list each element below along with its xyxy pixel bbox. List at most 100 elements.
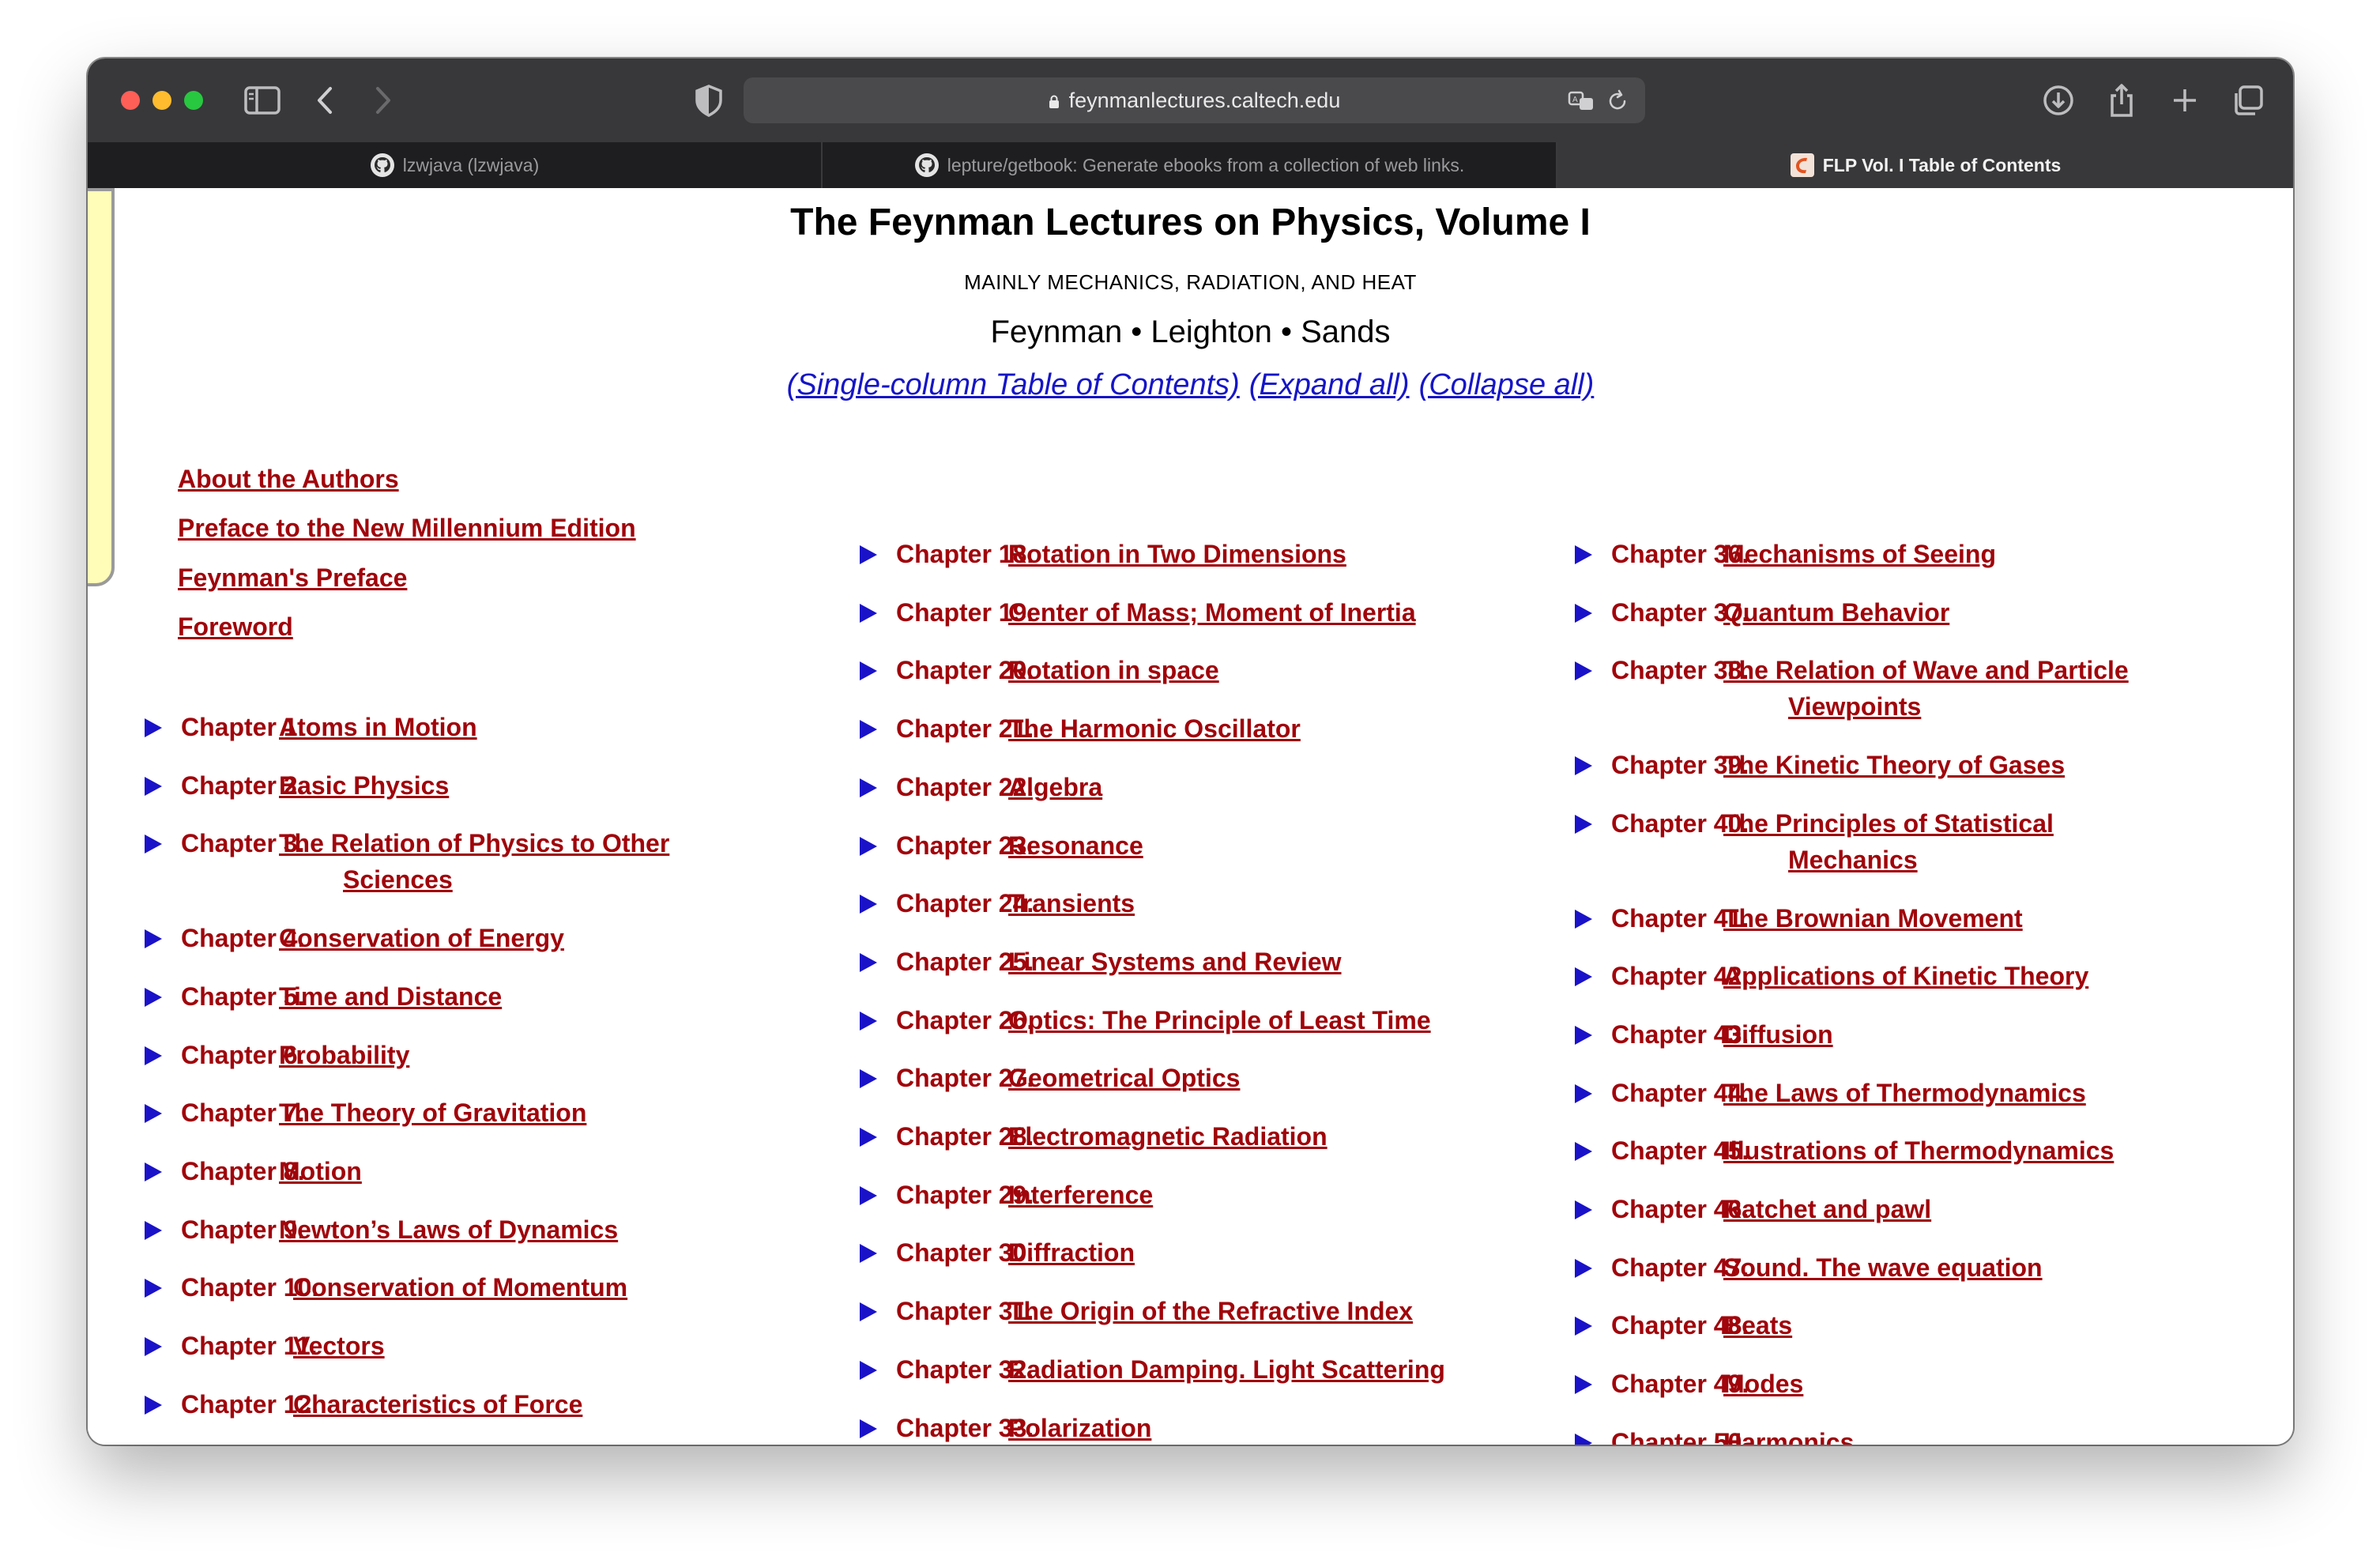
feynman-preface-link[interactable]: Feynman's Preface bbox=[178, 563, 407, 593]
expand-arrow-icon[interactable] bbox=[143, 776, 164, 797]
expand-arrow-icon[interactable] bbox=[1573, 603, 1594, 624]
chapter-link[interactable]: Illustrations of Thermodynamics bbox=[1723, 1132, 2114, 1169]
chapter-link[interactable]: Motion bbox=[279, 1153, 362, 1189]
expand-arrow-icon[interactable] bbox=[858, 1302, 879, 1322]
chapter-link[interactable]: Applications of Kinetic Theory bbox=[1723, 958, 2088, 994]
expand-arrow-icon[interactable] bbox=[1573, 967, 1594, 987]
foreword-link[interactable]: Foreword bbox=[178, 612, 293, 642]
expand-arrow-icon[interactable] bbox=[143, 929, 164, 949]
collapse-all-link[interactable]: (Collapse all) bbox=[1419, 368, 1595, 401]
zoom-window-button[interactable] bbox=[184, 91, 203, 110]
chapter-link[interactable]: The Origin of the Refractive Index bbox=[1008, 1293, 1413, 1329]
chapter-link[interactable]: Linear Systems and Review bbox=[1008, 944, 1342, 980]
expand-arrow-icon[interactable] bbox=[143, 1103, 164, 1124]
share-icon[interactable] bbox=[2100, 79, 2143, 122]
chapter-link[interactable]: Geometrical Optics bbox=[1008, 1060, 1240, 1096]
chapter-link[interactable]: Harmonics bbox=[1723, 1424, 1854, 1445]
expand-arrow-icon[interactable] bbox=[858, 1185, 879, 1206]
expand-arrow-icon[interactable] bbox=[858, 952, 879, 973]
privacy-shield-icon[interactable] bbox=[687, 79, 730, 122]
chapter-link[interactable]: Interference bbox=[1008, 1177, 1153, 1213]
tab-overview-icon[interactable] bbox=[2227, 79, 2269, 122]
chapter-link[interactable]: Probability bbox=[279, 1037, 409, 1073]
expand-arrow-icon[interactable] bbox=[143, 1220, 164, 1241]
expand-arrow-icon[interactable] bbox=[858, 1068, 879, 1089]
expand-arrow-icon[interactable] bbox=[1573, 1083, 1594, 1104]
chapter-link[interactable]: Time and Distance bbox=[279, 978, 502, 1015]
preface-new-millennium-link[interactable]: Preface to the New Millennium Edition bbox=[178, 514, 636, 543]
chapter-link-continued[interactable]: Viewpoints bbox=[1788, 688, 1921, 725]
expand-arrow-icon[interactable] bbox=[858, 719, 879, 740]
chapter-link[interactable]: Modes bbox=[1723, 1366, 1803, 1402]
chapter-link[interactable]: The Principles of Statistical bbox=[1723, 805, 2054, 842]
chapter-link[interactable]: Optics: The Principle of Least Time bbox=[1008, 1002, 1431, 1038]
expand-arrow-icon[interactable] bbox=[858, 661, 879, 681]
expand-arrow-icon[interactable] bbox=[858, 1011, 879, 1031]
chapter-link[interactable]: Algebra bbox=[1008, 769, 1102, 805]
chapter-link[interactable]: Rotation in Two Dimensions bbox=[1008, 536, 1346, 572]
expand-arrow-icon[interactable] bbox=[1573, 1025, 1594, 1046]
chapter-link[interactable]: The Kinetic Theory of Gases bbox=[1723, 747, 2065, 783]
expand-all-link[interactable]: (Expand all) bbox=[1249, 368, 1410, 401]
expand-arrow-icon[interactable] bbox=[143, 718, 164, 738]
chapter-link[interactable]: The Relation of Physics to Other bbox=[279, 825, 669, 861]
chapter-link[interactable]: Conservation of Momentum bbox=[293, 1269, 627, 1306]
expand-arrow-icon[interactable] bbox=[1573, 1258, 1594, 1279]
chapter-link[interactable]: Ratchet and pawl bbox=[1723, 1191, 1931, 1227]
chapter-link[interactable]: Mechanisms of Seeing bbox=[1723, 536, 1996, 572]
expand-arrow-icon[interactable] bbox=[858, 603, 879, 624]
expand-arrow-icon[interactable] bbox=[1573, 544, 1594, 565]
sidebar-toggle-icon[interactable] bbox=[241, 79, 284, 122]
expand-arrow-icon[interactable] bbox=[143, 1395, 164, 1415]
expand-arrow-icon[interactable] bbox=[858, 1360, 879, 1381]
expand-arrow-icon[interactable] bbox=[1573, 1200, 1594, 1220]
chapter-link[interactable]: Basic Physics bbox=[279, 767, 449, 804]
expand-arrow-icon[interactable] bbox=[1573, 909, 1594, 929]
chapter-link[interactable]: Atoms in Motion bbox=[279, 709, 477, 745]
expand-arrow-icon[interactable] bbox=[1573, 1433, 1594, 1445]
chapter-link[interactable]: Resonance bbox=[1008, 827, 1143, 864]
chapter-link[interactable]: Transients bbox=[1008, 885, 1135, 921]
expand-arrow-icon[interactable] bbox=[143, 987, 164, 1008]
expand-arrow-icon[interactable] bbox=[858, 1127, 879, 1147]
chapter-link-continued[interactable]: Sciences bbox=[343, 861, 453, 898]
expand-arrow-icon[interactable] bbox=[1573, 661, 1594, 681]
chapter-link[interactable]: Center of Mass; Moment of Inertia bbox=[1008, 594, 1416, 631]
chapter-link[interactable]: The Brownian Movement bbox=[1723, 900, 2023, 936]
chapter-link[interactable]: Radiation Damping. Light Scattering bbox=[1008, 1351, 1445, 1388]
chapter-link[interactable]: Vectors bbox=[293, 1328, 385, 1364]
expand-arrow-icon[interactable] bbox=[1573, 756, 1594, 776]
new-tab-icon[interactable] bbox=[2163, 79, 2206, 122]
expand-arrow-icon[interactable] bbox=[143, 834, 164, 854]
chapter-link[interactable]: Conservation of Energy bbox=[279, 920, 564, 956]
chapter-link[interactable]: Work and Potential Energy (A) bbox=[293, 1444, 657, 1445]
chapter-link[interactable]: Characteristics of Force bbox=[293, 1386, 582, 1422]
chapter-link-continued[interactable]: Mechanics bbox=[1788, 842, 1918, 878]
chapter-link[interactable]: Newton’s Laws of Dynamics bbox=[279, 1211, 618, 1248]
forward-icon[interactable] bbox=[360, 79, 403, 122]
chapter-link[interactable]: Diffusion bbox=[1723, 1016, 1833, 1053]
about-authors-link[interactable]: About the Authors bbox=[178, 465, 399, 494]
chapter-link[interactable]: Beats bbox=[1723, 1307, 1792, 1343]
chapter-link[interactable]: The Laws of Thermodynamics bbox=[1723, 1075, 2086, 1111]
chapter-link[interactable]: The Theory of Gravitation bbox=[279, 1095, 586, 1131]
chapter-link[interactable]: The Harmonic Oscillator bbox=[1008, 710, 1301, 747]
expand-arrow-icon[interactable] bbox=[858, 836, 879, 857]
chapter-link[interactable]: Rotation in space bbox=[1008, 652, 1219, 688]
expand-arrow-icon[interactable] bbox=[858, 894, 879, 914]
expand-arrow-icon[interactable] bbox=[143, 1046, 164, 1066]
translate-icon[interactable]: A bbox=[1567, 87, 1595, 115]
expand-arrow-icon[interactable] bbox=[1573, 1316, 1594, 1336]
chapter-link[interactable]: Quantum Behavior bbox=[1723, 594, 1949, 631]
expand-arrow-icon[interactable] bbox=[858, 778, 879, 798]
tab-getbook[interactable]: lepture/getbook: Generate ebooks from a … bbox=[823, 142, 1557, 188]
expand-arrow-icon[interactable] bbox=[143, 1278, 164, 1298]
expand-arrow-icon[interactable] bbox=[858, 544, 879, 565]
minimize-window-button[interactable] bbox=[153, 91, 171, 110]
expand-arrow-icon[interactable] bbox=[143, 1162, 164, 1182]
expand-arrow-icon[interactable] bbox=[1573, 1374, 1594, 1395]
address-bar[interactable]: feynmanlectures.caltech.edu A bbox=[744, 77, 1645, 123]
downloads-icon[interactable] bbox=[2037, 79, 2080, 122]
expand-arrow-icon[interactable] bbox=[1573, 1141, 1594, 1162]
expand-arrow-icon[interactable] bbox=[858, 1419, 879, 1439]
